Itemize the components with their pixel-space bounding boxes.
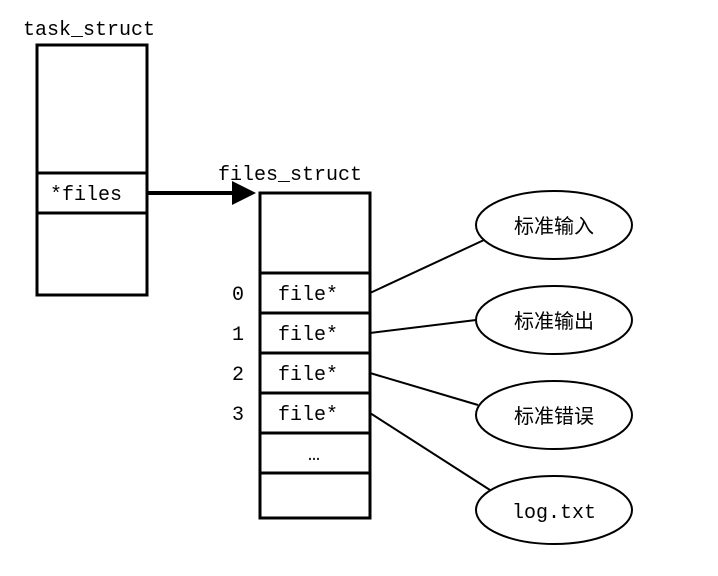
fd-entry-2: file*: [278, 364, 338, 387]
files-struct-title: files_struct: [218, 164, 362, 187]
fd-entry-ellipsis: …: [308, 444, 320, 467]
line-fd1-stdout: [370, 320, 476, 333]
fd-entry-1: file*: [278, 324, 338, 347]
fd-index-2: 2: [232, 364, 244, 387]
line-fd2-stderr: [370, 373, 478, 405]
label-stderr: 标准错误: [514, 405, 594, 430]
line-fd0-stdin: [370, 240, 484, 293]
label-stdout: 标准输出: [514, 310, 594, 335]
task-struct-box: [37, 45, 147, 295]
task-struct-title: task_struct: [23, 19, 155, 42]
label-logtxt: log.txt: [512, 502, 596, 525]
fd-index-1: 1: [232, 324, 244, 347]
fd-index-3: 3: [232, 404, 244, 427]
files-field-label: *files: [50, 184, 122, 207]
fd-entry-3: file*: [278, 404, 338, 427]
file-descriptor-diagram: task_struct *files files_struct 0 file* …: [0, 0, 718, 576]
fd-entry-0: file*: [278, 284, 338, 307]
line-fd3-logtxt: [370, 413, 490, 490]
fd-index-0: 0: [232, 284, 244, 307]
label-stdin: 标准输入: [514, 215, 594, 240]
